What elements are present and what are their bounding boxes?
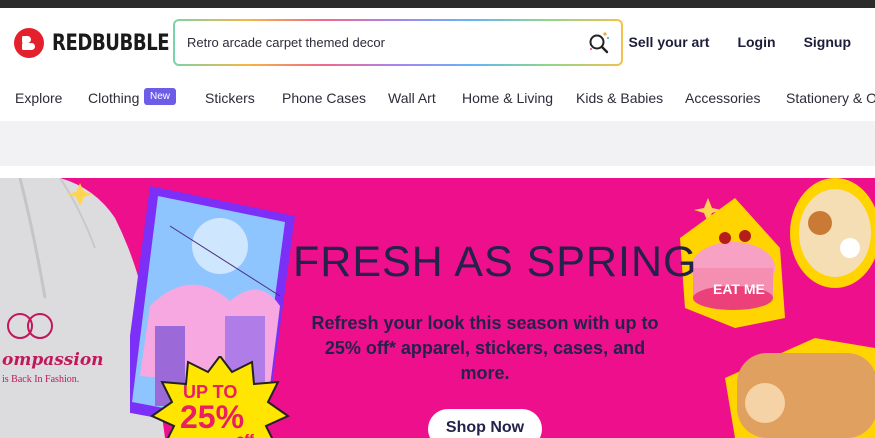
discount-starburst: UP TO 25% off <box>150 356 290 438</box>
site-header: REDBUBBLE Sell your art Login Signup <box>0 8 875 76</box>
nav-item-home-living[interactable]: Home & Living <box>462 90 553 106</box>
nav-item-stickers[interactable]: Stickers <box>205 90 255 106</box>
nav-item-clothing[interactable]: Clothing <box>88 90 139 106</box>
new-badge: New <box>144 88 177 105</box>
header-links: Sell your art Login Signup <box>629 34 851 50</box>
nav-item-explore[interactable]: Explore <box>15 90 62 106</box>
search-icon[interactable] <box>587 31 611 55</box>
signup-link[interactable]: Signup <box>804 34 851 50</box>
brand-name: REDBUBBLE <box>52 30 170 56</box>
promo-percent: 25% <box>180 399 244 435</box>
banner-headline: FRESH AS SPRING <box>293 238 698 286</box>
sell-your-art-link[interactable]: Sell your art <box>629 34 710 50</box>
cake-text: EAT ME <box>713 281 765 297</box>
stickers-image: EAT ME <box>680 178 875 438</box>
hoodie-print-subtext: is Back In Fashion. <box>2 374 79 385</box>
nav-item-accessories[interactable]: Accessories <box>685 90 760 106</box>
banner-subtext: Refresh your look this season with up to… <box>311 313 659 383</box>
announcement-bar <box>0 121 875 166</box>
promo-off: off <box>236 431 254 438</box>
login-link[interactable]: Login <box>737 34 775 50</box>
promo-banner[interactable]: ompassion is Back In Fashion. UP TO 25% … <box>0 178 875 438</box>
category-nav: Explore Clothing New Stickers Phone Case… <box>0 76 875 121</box>
browser-top-strip <box>0 0 875 8</box>
shop-now-button[interactable]: Shop Now <box>428 409 542 438</box>
nav-item-phone-cases[interactable]: Phone Cases <box>282 90 366 106</box>
redbubble-logo[interactable]: REDBUBBLE <box>14 28 195 58</box>
nav-item-kids-babies[interactable]: Kids & Babies <box>576 90 663 106</box>
search-input[interactable] <box>187 21 567 64</box>
hoodie-print-text: ompassion <box>2 350 104 370</box>
nav-item-wall-art[interactable]: Wall Art <box>388 90 436 106</box>
nav-item-stationery[interactable]: Stationery & Of <box>786 90 875 106</box>
redbubble-logo-icon <box>14 28 44 58</box>
search-bar <box>173 19 623 66</box>
